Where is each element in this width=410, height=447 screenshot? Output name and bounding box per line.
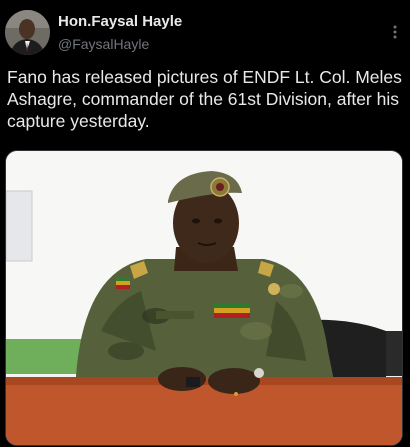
tweet-text: Fano has released pictures of ENDF Lt. C… [7,67,402,131]
avatar[interactable] [5,10,50,55]
more-vertical-icon [393,25,397,44]
more-options-button[interactable] [388,24,402,44]
tweet-header: Hon.Faysal Hayle @FaysalHayle [0,0,410,60]
tweet-card: Hon.Faysal Hayle @FaysalHayle Fano has r… [0,0,410,447]
author-display-name[interactable]: Hon.Faysal Hayle [58,13,182,30]
author-handle[interactable]: @FaysalHayle [58,36,149,52]
photo-attachment [6,151,402,445]
tweet-photo[interactable] [5,150,403,446]
